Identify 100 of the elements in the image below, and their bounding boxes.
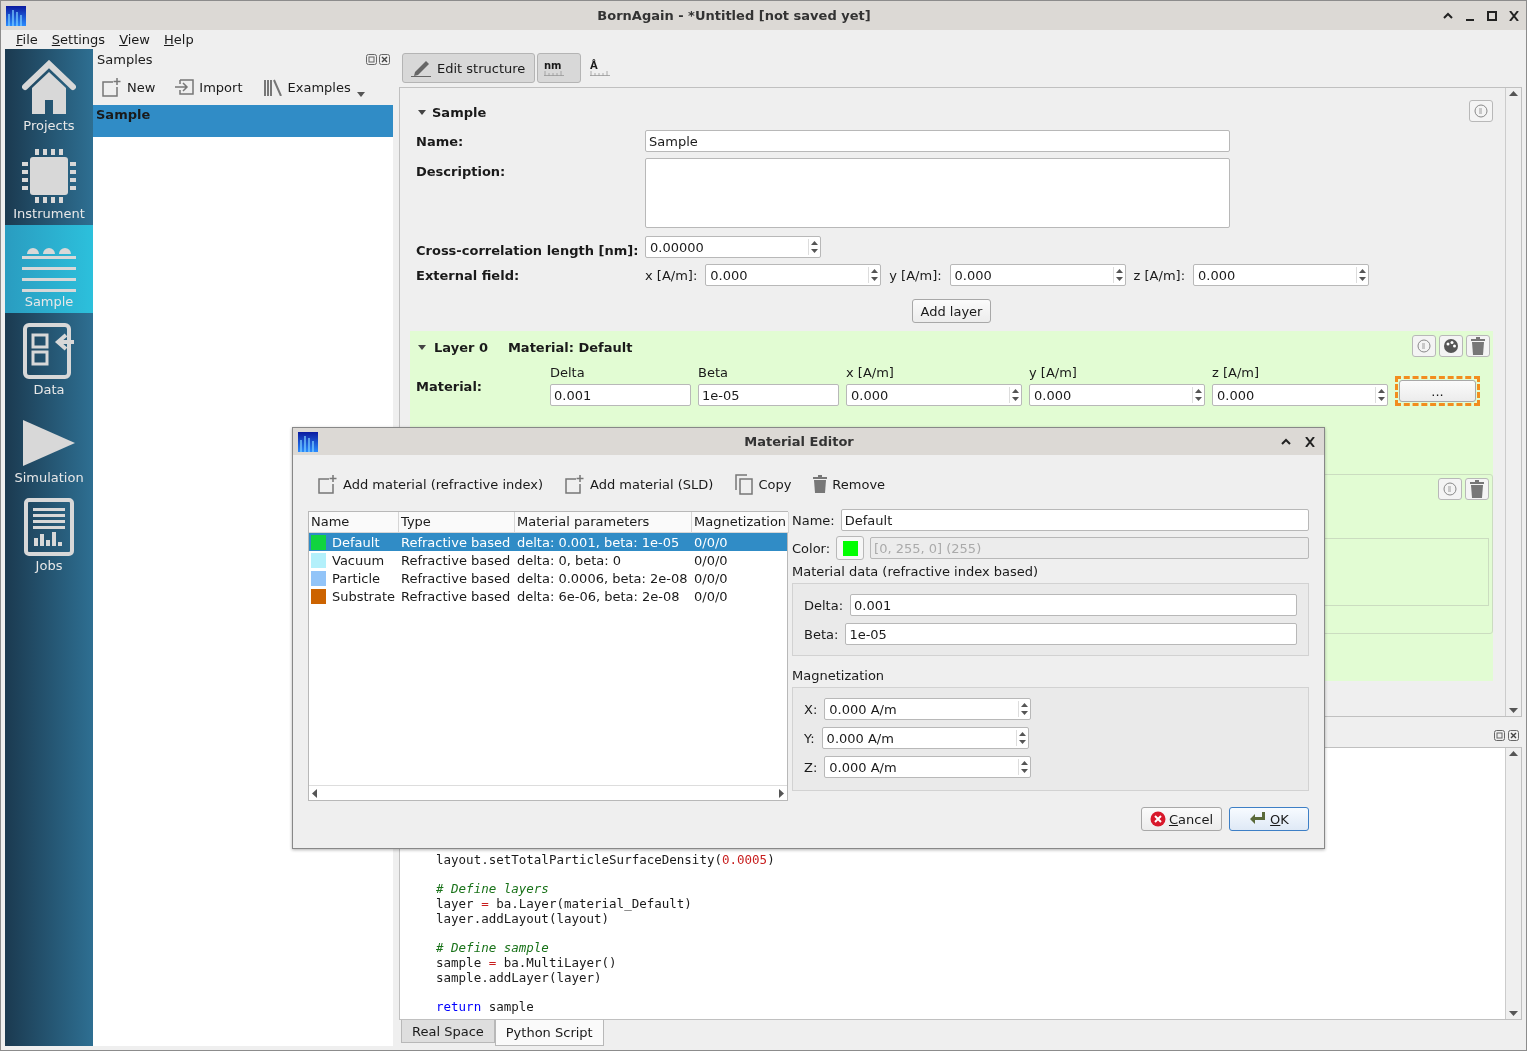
close-icon[interactable] — [1508, 10, 1520, 21]
trash-icon — [1470, 480, 1484, 498]
spin-box[interactable]: 0.000 A/m — [821, 727, 1029, 749]
table-cell-text: Refractive based — [400, 569, 512, 587]
column-label: x [A/m] — [846, 365, 895, 380]
column-header[interactable]: Name — [309, 512, 399, 533]
field-label: External field: — [416, 267, 521, 283]
spin-arrows-icon[interactable] — [1375, 387, 1386, 403]
code-line: # Define layers — [436, 881, 550, 896]
sample-list-item[interactable]: Sample — [93, 105, 393, 137]
spin-arrows-icon[interactable] — [1015, 730, 1027, 746]
toolbar-button[interactable]: Examples — [262, 78, 351, 96]
float-icon[interactable] — [366, 53, 377, 65]
column-header[interactable]: Material parameters — [515, 512, 692, 533]
spin-box[interactable]: 0.000 A/m — [824, 756, 1032, 778]
scroll-left-icon[interactable] — [312, 788, 317, 798]
float-icon[interactable] — [1494, 729, 1505, 741]
house-icon — [22, 60, 76, 116]
spin-arrows-icon[interactable] — [1018, 759, 1030, 775]
field-label: Beta: — [804, 626, 839, 642]
chart-document-icon — [24, 498, 74, 556]
spin-arrows-icon[interactable] — [868, 267, 880, 283]
tab[interactable]: Real Space — [401, 1020, 495, 1043]
trash-icon — [1471, 337, 1485, 355]
spin-box[interactable]: 0.000 A/m — [824, 698, 1032, 720]
ok-button[interactable]: OK — [1229, 807, 1309, 831]
field-label: y [A/m]: — [889, 267, 942, 283]
field-label: x [A/m]: — [645, 267, 698, 283]
delete-button[interactable] — [1465, 478, 1489, 500]
value-field[interactable]: 0.001 — [850, 594, 1297, 616]
add-layer-button[interactable]: Add layer — [911, 299, 992, 323]
unit-button[interactable]: nm — [537, 53, 581, 83]
spin-box[interactable]: 0.000 — [1193, 264, 1369, 286]
sidebar-item[interactable]: Jobs — [5, 489, 93, 577]
spin-arrows-icon[interactable] — [808, 239, 819, 255]
menu-item[interactable]: Help — [157, 31, 201, 47]
collapse-caret-icon[interactable] — [418, 344, 426, 350]
value-field[interactable]: 1e-05 — [698, 384, 839, 406]
color-button[interactable] — [836, 536, 865, 560]
material-editor-button[interactable]: ... — [1399, 380, 1476, 402]
menu-item[interactable]: Settings — [44, 31, 113, 47]
value-field[interactable]: 0.001 — [550, 384, 691, 406]
material-row[interactable]: Vacuum Refractive based delta: 0, beta: 0 0/0/0 — [309, 551, 787, 569]
unit-button[interactable]: Å — [583, 53, 627, 83]
cancel-button[interactable]: Cancel — [1140, 807, 1222, 831]
collapse-caret-icon[interactable] — [418, 109, 426, 115]
scroll-up-icon[interactable] — [1509, 751, 1518, 756]
shade-icon[interactable] — [1280, 436, 1292, 447]
scroll-up-icon[interactable] — [1509, 91, 1518, 96]
spin-box[interactable]: 0.000 — [1029, 384, 1205, 406]
toolbar-button[interactable]: Import — [175, 79, 243, 95]
spin-arrows-icon[interactable] — [1356, 267, 1367, 283]
shade-icon[interactable] — [1442, 10, 1454, 21]
spin-box[interactable]: 0.000 — [949, 264, 1126, 286]
name-field[interactable]: Sample — [645, 130, 1230, 152]
close-icon[interactable] — [379, 53, 390, 65]
description-field[interactable] — [645, 158, 1230, 228]
spin-box[interactable]: 0.000 — [1212, 384, 1388, 406]
spin-arrows-icon[interactable] — [1112, 267, 1124, 283]
menu-item[interactable]: View — [112, 31, 157, 47]
toolbar-button[interactable]: Add material (SLD) — [565, 474, 714, 494]
toolbar-button[interactable]: Copy — [735, 473, 792, 495]
spin-arrows-icon[interactable] — [1018, 701, 1030, 717]
sidebar-item[interactable]: Data — [5, 313, 93, 401]
spin-arrows-icon[interactable] — [1009, 387, 1020, 403]
tab[interactable]: Python Script — [494, 1020, 604, 1046]
spin-box[interactable]: 0.000 — [705, 264, 882, 286]
toolbar-button[interactable]: New — [102, 77, 156, 97]
sidebar-item[interactable]: Simulation — [5, 401, 93, 489]
scroll-down-icon[interactable] — [1509, 1011, 1518, 1016]
delete-button[interactable] — [1466, 335, 1490, 357]
value-field[interactable]: 1e-05 — [845, 623, 1297, 645]
spin-arrows-icon[interactable] — [1192, 387, 1203, 403]
material-row[interactable]: Particle Refractive based delta: 0.0006, beta: 2e-08 0/0/0 — [309, 569, 787, 587]
material-row[interactable]: Substrate Refractive based delta: 6e-06, beta: 2e-08 0/0/0 — [309, 587, 787, 605]
toolbar-button[interactable]: Remove — [813, 475, 886, 493]
chip-icon — [21, 148, 77, 204]
field-label: Name: — [416, 133, 465, 149]
toolbar-button[interactable]: Add material (refractive index) — [318, 474, 544, 494]
close-icon[interactable] — [1304, 436, 1316, 447]
menu-item[interactable]: File — [9, 31, 45, 47]
scroll-right-icon[interactable] — [779, 788, 784, 798]
maximize-icon[interactable] — [1486, 10, 1498, 21]
column-header[interactable]: Type — [399, 512, 515, 533]
books-icon — [262, 78, 283, 96]
sidebar-item[interactable]: Instrument — [5, 137, 93, 225]
spin-box[interactable]: 0.000 — [846, 384, 1022, 406]
scroll-down-icon[interactable] — [1509, 708, 1518, 713]
section-subtitle: Material: Default — [507, 339, 633, 355]
data-import-icon — [22, 322, 76, 380]
close-icon[interactable] — [1508, 729, 1519, 741]
column-header[interactable]: Magnetization — [692, 512, 790, 533]
edit-structure-button[interactable]: Edit structure — [402, 53, 535, 83]
spin-box[interactable]: 0.00000 — [645, 236, 821, 258]
material-row[interactable]: Default Refractive based delta: 0.001, beta: 1e-05 0/0/0 — [309, 533, 787, 551]
sidebar-item[interactable]: Projects — [5, 49, 93, 137]
table-cell-text: 0/0/0 — [693, 533, 729, 551]
dropdown-caret-icon[interactable] — [356, 91, 365, 97]
color-value-field: [0, 255, 0] (255) — [870, 537, 1309, 559]
name-field[interactable]: Default — [840, 509, 1309, 531]
